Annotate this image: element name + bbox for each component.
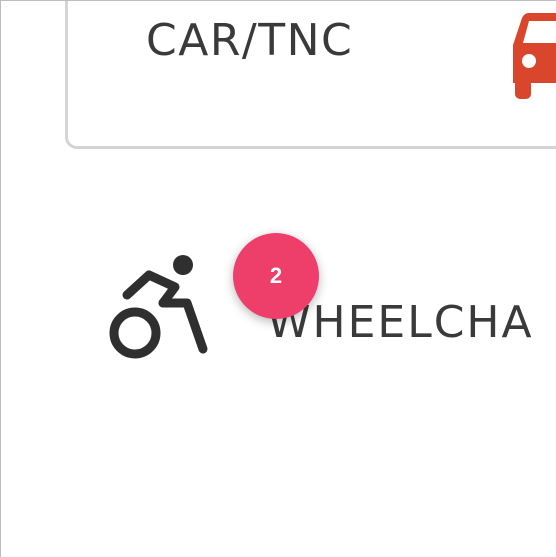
screen-frame: CAR/TNC WHEELCHA 2 (0, 0, 556, 557)
car-tnc-label: CAR/TNC (146, 15, 354, 66)
car-icon (513, 13, 556, 99)
step-badge-number: 2 (269, 263, 283, 288)
step-badge: 2 (233, 233, 319, 319)
wheelchair-icon (109, 255, 208, 359)
